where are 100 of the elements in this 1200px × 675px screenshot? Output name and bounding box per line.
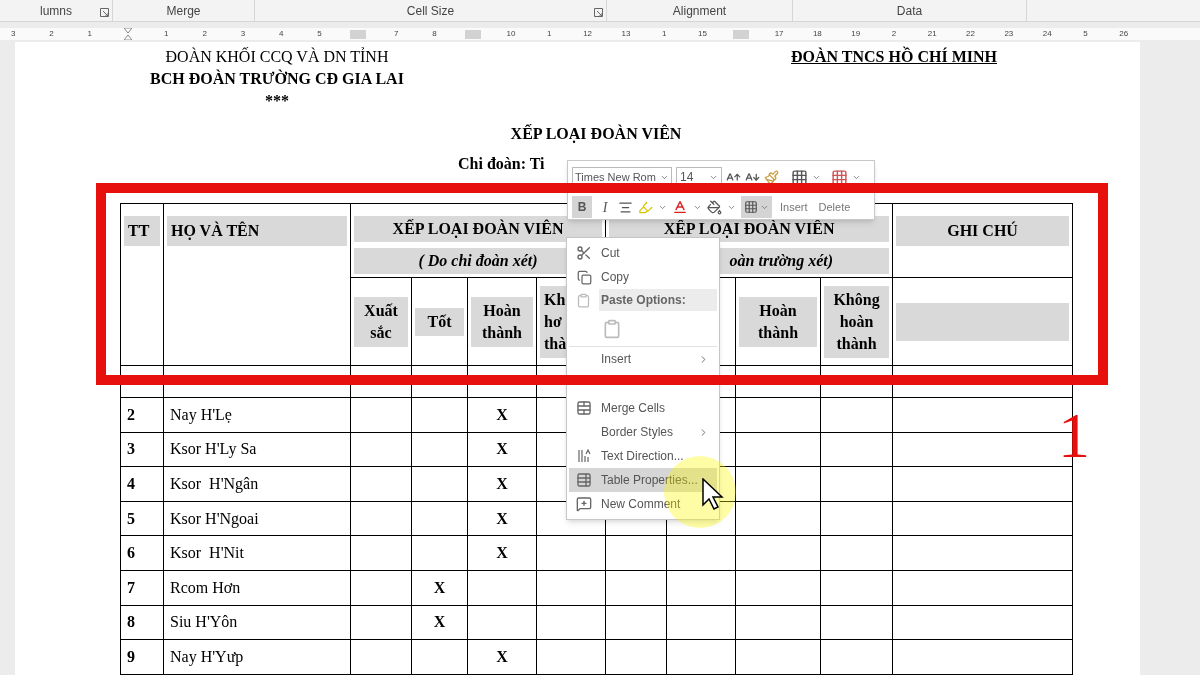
ruler-number: 5 <box>1083 29 1088 39</box>
column-header: TT <box>127 221 150 241</box>
column-header: Tốt <box>427 311 452 332</box>
paint-bucket-icon[interactable] <box>707 199 722 215</box>
member-name: Siu H'Yôn <box>170 613 238 631</box>
scissors-icon <box>576 245 592 261</box>
member-name: Nay H'Lẹ <box>170 405 232 423</box>
rating-mark: X <box>496 405 508 423</box>
rating-mark: X <box>496 475 508 492</box>
bold-button[interactable]: B <box>572 196 592 218</box>
indent-marker-icon[interactable] <box>124 28 133 40</box>
group-subheader: ( Do chi đoàn xét) <box>418 251 538 272</box>
group-label: lumns <box>40 3 72 20</box>
ruler-number: 8 <box>432 29 437 39</box>
header-line: ĐOÀN KHỐI CCQ VÀ DN TỈNH <box>165 46 389 67</box>
italic-button[interactable]: I <box>597 196 613 218</box>
column-header: Hoàn thành <box>482 300 522 343</box>
menu-item[interactable]: Copy <box>569 265 717 289</box>
ruler-number: 1 <box>547 29 552 39</box>
ruler-number: 1 <box>164 29 169 39</box>
column-header: Xuất sắc <box>364 300 398 343</box>
column-header: HỌ VÀ TÊN <box>170 220 260 242</box>
header-line: *** <box>265 91 289 111</box>
toolbar-command[interactable]: Insert <box>777 198 811 216</box>
member-name: Ksor H'Nit <box>170 544 244 562</box>
toolbar-command[interactable]: Delete <box>815 198 854 216</box>
document-subtitle: Chi đoàn: Ti <box>458 155 545 172</box>
ruler-number: 26 <box>1119 29 1129 39</box>
ruler-number: 3 <box>10 29 16 39</box>
ruler-number: 10 <box>506 29 516 39</box>
row-number: 5 <box>127 509 135 527</box>
row-number: 6 <box>127 544 135 562</box>
align-center-icon[interactable] <box>618 199 633 215</box>
menu-item[interactable]: Insert <box>569 347 717 371</box>
table-properties-icon <box>576 472 592 488</box>
copy-icon <box>576 269 592 285</box>
rating-mark: X <box>496 544 508 562</box>
ruler-number: 7 <box>393 29 399 39</box>
ruler-number: 19 <box>851 29 861 39</box>
header-line: ĐOÀN TNCS HỒ CHÍ MINH <box>791 46 997 67</box>
group-label: Merge <box>166 3 201 20</box>
ruler-number: 1 <box>661 29 667 39</box>
paste-options-header: Paste Options: <box>599 289 717 311</box>
group-label: Cell Size <box>406 3 455 20</box>
dialog-launcher-icon[interactable] <box>594 8 603 17</box>
comment-icon <box>576 496 592 512</box>
group-label: Alignment <box>672 3 727 20</box>
row-number: 8 <box>127 613 135 631</box>
column-header: Không hoàn thành <box>833 289 880 354</box>
table-grid-icon[interactable] <box>791 168 808 186</box>
ruler-number: 5 <box>317 29 322 39</box>
member-name: Ksor H'Ngân <box>170 475 259 492</box>
ruler-number: 1 <box>87 29 92 39</box>
borders-icon[interactable] <box>744 200 758 214</box>
column-header: GHI CHÚ <box>947 220 1018 241</box>
paintbrush-icon[interactable] <box>764 169 779 185</box>
column-header: Hoàn thành <box>758 300 799 343</box>
group-header: XẾP LOẠI ĐOÀN VIÊN <box>392 218 564 240</box>
ruler-number: 4 <box>279 29 284 39</box>
borders-button[interactable] <box>741 196 772 218</box>
row-number: 4 <box>127 475 135 492</box>
menu-item[interactable]: Merge Cells <box>569 396 717 420</box>
ruler-number: 24 <box>1042 29 1052 39</box>
ruler-number: 21 <box>927 29 937 39</box>
blurred-ruler-mark <box>464 29 481 39</box>
menu-item[interactable]: Cut <box>569 241 717 265</box>
menu-item[interactable]: Text Direction... <box>569 444 717 468</box>
ruler-number: 13 <box>621 29 631 39</box>
ruler-number: 3 <box>240 29 246 39</box>
header-line: BCH ĐOÀN TRƯỜNG CĐ GIA LAI <box>150 68 404 89</box>
group-label: Data <box>896 3 923 20</box>
text-direction-icon <box>576 448 592 464</box>
ruler-number: 22 <box>966 29 975 39</box>
member-name: Nay H'Yưp <box>170 647 244 665</box>
clipboard-icon <box>575 292 591 308</box>
ruler-number: 23 <box>1004 29 1014 39</box>
document-title: XẾP LOẠI ĐOÀN VIÊN <box>510 123 682 145</box>
rating-mark: X <box>433 578 446 596</box>
rating-mark: X <box>496 647 508 665</box>
ruler-number: 17 <box>774 29 784 39</box>
menu-item[interactable]: Border Styles <box>569 420 717 444</box>
clipboard-icon <box>602 318 622 339</box>
dialog-launcher-icon[interactable] <box>100 8 109 17</box>
member-name: Rcom Hơn <box>170 578 241 596</box>
blurred-ruler-mark <box>732 29 749 39</box>
table-style-icon[interactable] <box>831 168 848 186</box>
font-color-icon[interactable] <box>672 199 688 215</box>
row-number: 7 <box>127 578 135 596</box>
ruler-number: 18 <box>812 29 822 39</box>
rating-mark: X <box>433 613 446 631</box>
member-name: Ksor H'Ly Sa <box>170 440 257 458</box>
ruler-number: 12 <box>583 29 593 39</box>
merge-cells-icon <box>576 400 592 416</box>
ruler-number: 2 <box>49 29 54 39</box>
group-subheader: oàn trường xét) <box>729 251 834 272</box>
row-number: 2 <box>127 405 135 423</box>
ruler-number: 2 <box>891 29 897 39</box>
row-number: 9 <box>127 647 135 665</box>
rating-mark: X <box>496 440 508 458</box>
member-name: Ksor H'Ngoai <box>170 509 259 527</box>
